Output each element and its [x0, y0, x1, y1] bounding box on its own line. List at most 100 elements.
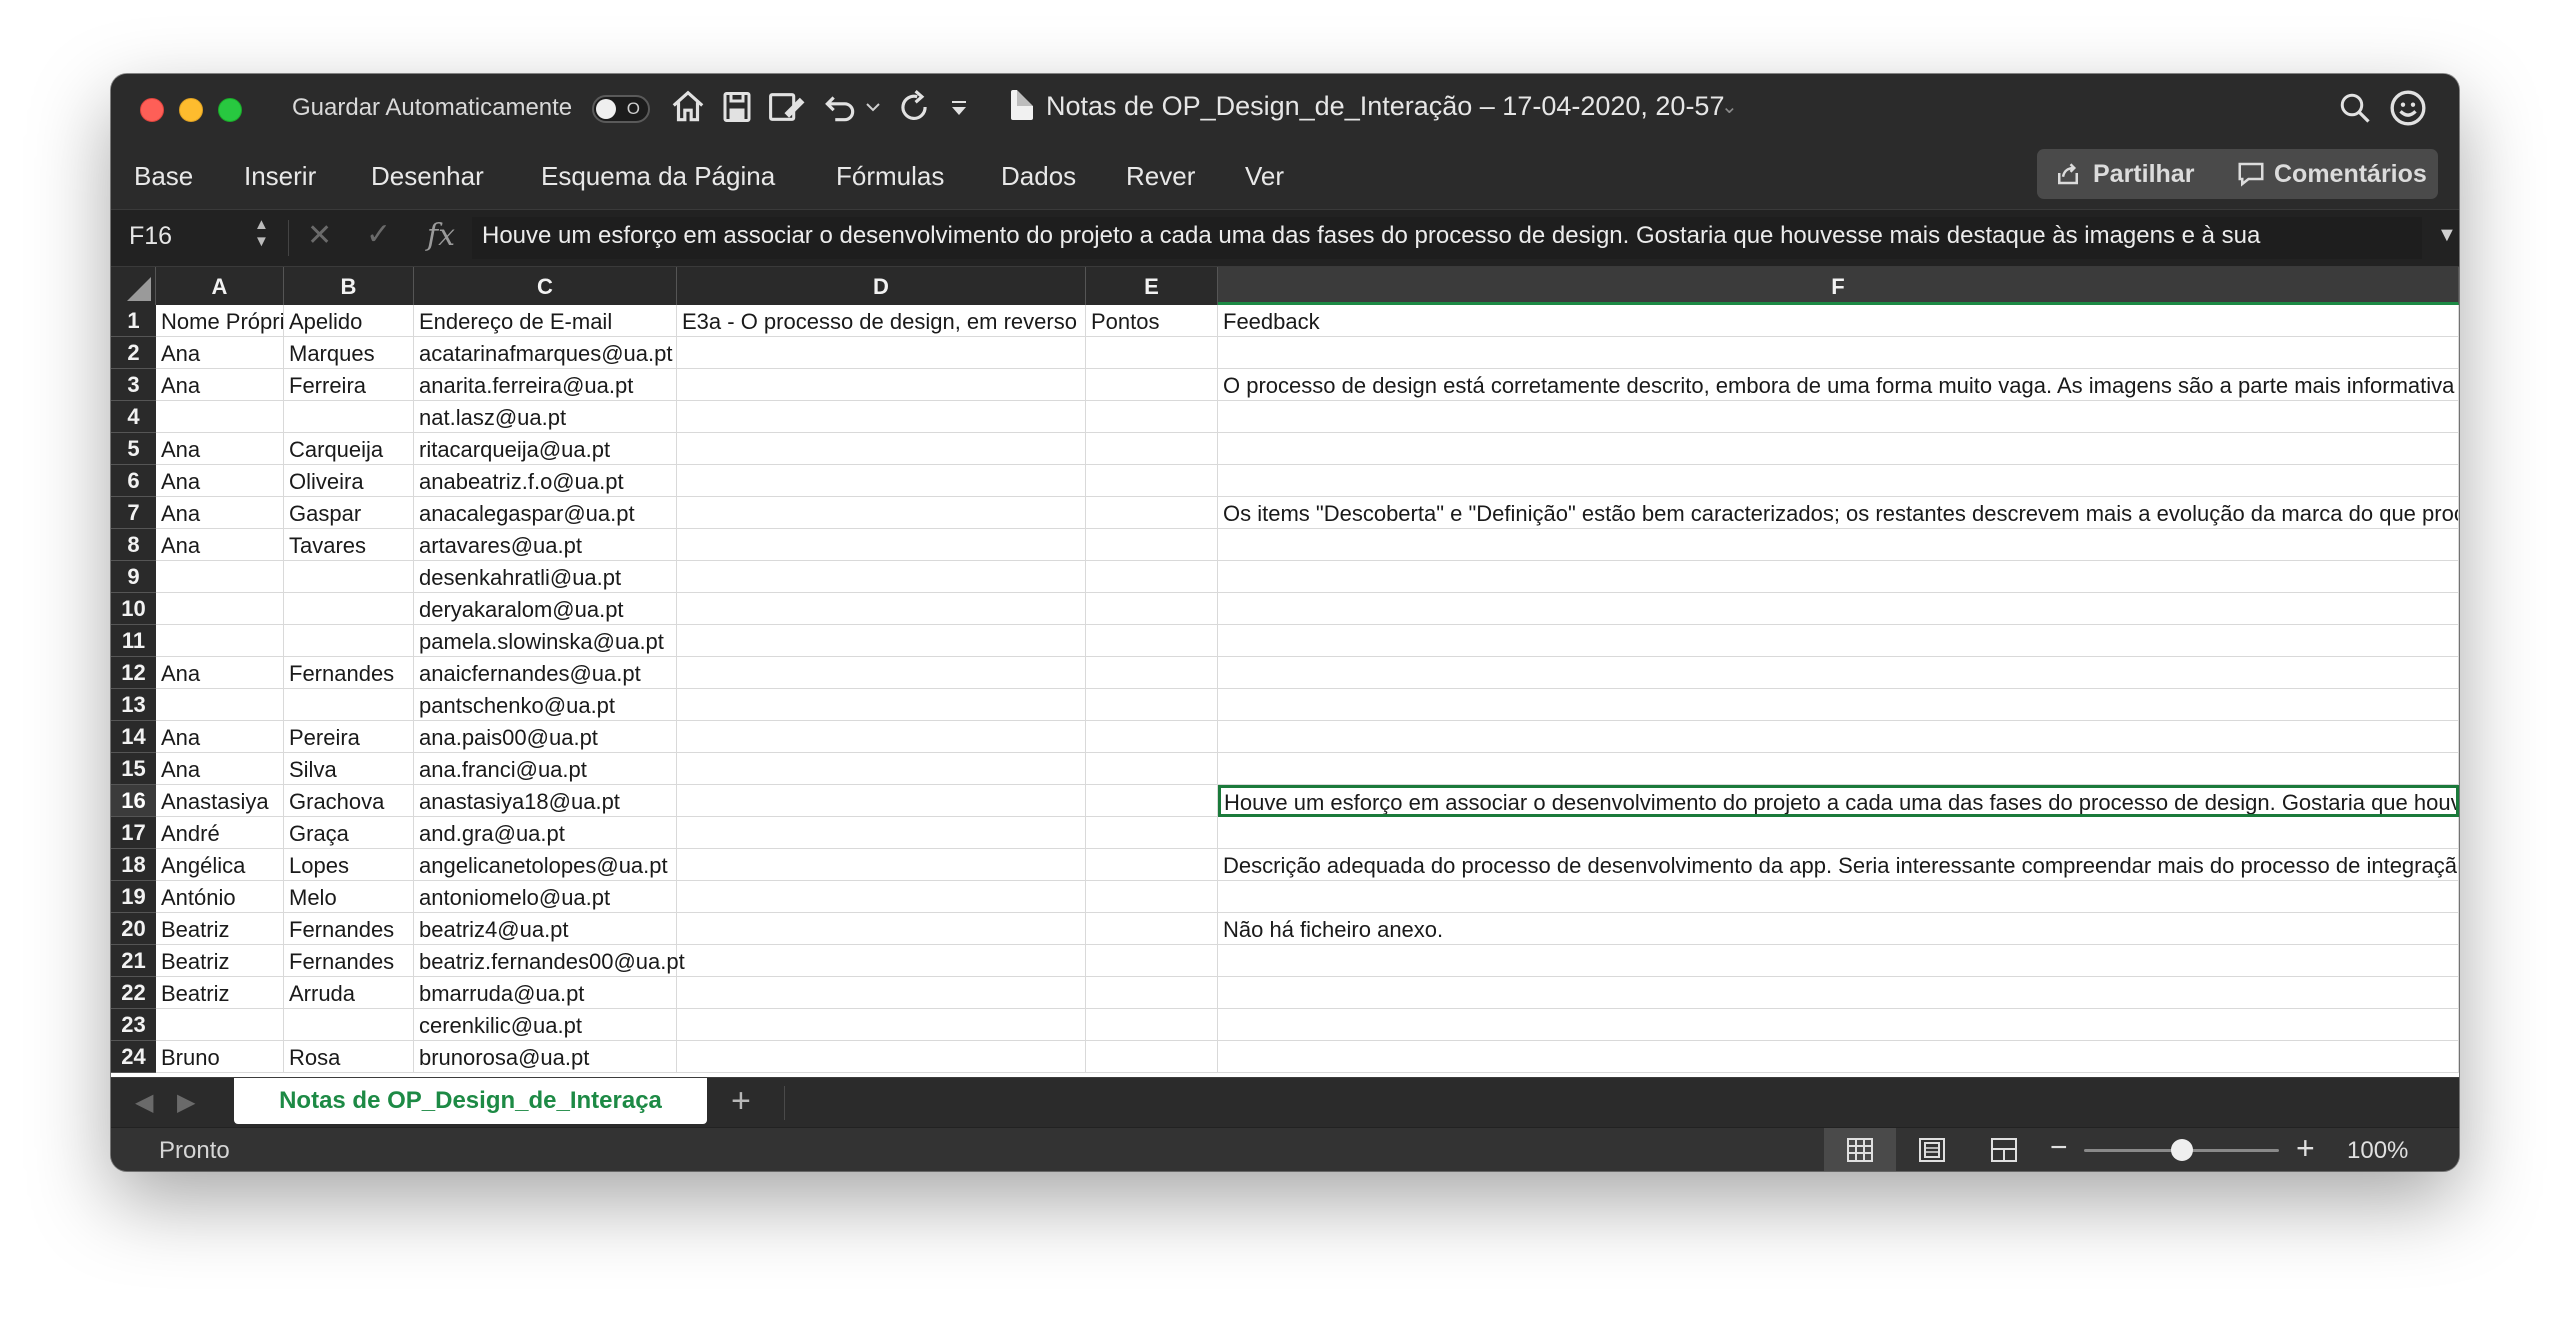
table-cell[interactable]: [677, 849, 1086, 881]
row-header[interactable]: 8: [111, 529, 156, 561]
table-cell[interactable]: [677, 561, 1086, 593]
table-cell[interactable]: [1218, 465, 2459, 497]
table-cell[interactable]: ana.pais00@ua.pt: [414, 721, 677, 753]
table-cell[interactable]: [677, 433, 1086, 465]
table-cell[interactable]: André: [156, 817, 284, 849]
autosave-toggle[interactable]: O: [592, 95, 650, 123]
table-cell[interactable]: António: [156, 881, 284, 913]
table-cell[interactable]: Anastasiya: [156, 785, 284, 817]
table-cell[interactable]: Melo: [284, 881, 414, 913]
table-cell[interactable]: [677, 529, 1086, 561]
zoom-slider-thumb[interactable]: [2170, 1139, 2193, 1161]
table-cell[interactable]: cerenkilic@ua.pt: [414, 1009, 677, 1041]
table-cell[interactable]: [284, 1009, 414, 1041]
next-sheet-icon[interactable]: ▶: [177, 1088, 195, 1117]
insert-function-icon[interactable]: fx: [427, 218, 455, 253]
column-header-d[interactable]: D: [677, 267, 1086, 305]
row-header[interactable]: 18: [111, 849, 156, 881]
table-cell[interactable]: [1086, 401, 1218, 433]
tab-esquema-da-pagina[interactable]: Esquema da Página: [541, 161, 775, 192]
column-header-a[interactable]: A: [156, 267, 284, 305]
table-cell[interactable]: [1086, 849, 1218, 881]
formula-input[interactable]: Houve um esforço em associar o desenvolv…: [472, 217, 2422, 259]
sheet-tab-active[interactable]: Notas de OP_Design_de_Interaça: [234, 1078, 707, 1124]
table-cell[interactable]: Bruno: [156, 1041, 284, 1073]
table-cell[interactable]: [1218, 593, 2459, 625]
table-cell[interactable]: [1218, 881, 2459, 913]
table-cell[interactable]: [1218, 529, 2459, 561]
table-cell[interactable]: [1086, 625, 1218, 657]
confirm-entry-icon[interactable]: ✓: [366, 217, 391, 252]
table-cell[interactable]: anastasiya18@ua.pt: [414, 785, 677, 817]
table-cell[interactable]: [284, 689, 414, 721]
tab-desenhar[interactable]: Desenhar: [371, 161, 484, 192]
row-header[interactable]: 20: [111, 913, 156, 945]
save-icon[interactable]: [719, 88, 755, 131]
table-cell[interactable]: beatriz4@ua.pt: [414, 913, 677, 945]
table-cell[interactable]: Gaspar: [284, 497, 414, 529]
customize-toolbar-icon[interactable]: [946, 96, 972, 127]
table-cell[interactable]: Ana: [156, 657, 284, 689]
feedback-smiley-icon[interactable]: [2388, 88, 2428, 133]
table-cell[interactable]: [677, 881, 1086, 913]
table-cell[interactable]: [1086, 561, 1218, 593]
table-cell[interactable]: ritacarqueija@ua.pt: [414, 433, 677, 465]
undo-dropdown-chevron-icon[interactable]: [864, 100, 882, 119]
tab-rever[interactable]: Rever: [1126, 161, 1195, 192]
tab-base[interactable]: Base: [134, 161, 193, 192]
page-layout-view-button[interactable]: [1896, 1128, 1968, 1171]
name-box[interactable]: F16: [129, 222, 172, 251]
row-header[interactable]: 7: [111, 497, 156, 529]
table-cell[interactable]: [677, 593, 1086, 625]
table-cell[interactable]: [1086, 945, 1218, 977]
zoom-in-button[interactable]: +: [2296, 1130, 2315, 1167]
row-header[interactable]: 11: [111, 625, 156, 657]
table-cell[interactable]: [156, 593, 284, 625]
table-cell[interactable]: Carqueija: [284, 433, 414, 465]
table-cell[interactable]: antoniomelo@ua.pt: [414, 881, 677, 913]
table-cell[interactable]: [1086, 337, 1218, 369]
table-cell[interactable]: [1218, 401, 2459, 433]
close-window-button[interactable]: [140, 98, 164, 122]
table-cell[interactable]: [1086, 529, 1218, 561]
row-header[interactable]: 2: [111, 337, 156, 369]
tab-inserir[interactable]: Inserir: [244, 161, 316, 192]
table-cell[interactable]: beatriz.fernandes00@ua.pt: [414, 945, 685, 977]
home-icon[interactable]: [669, 88, 707, 131]
row-header[interactable]: 15: [111, 753, 156, 785]
table-cell[interactable]: Beatriz: [156, 977, 284, 1009]
table-cell[interactable]: [1086, 593, 1218, 625]
table-cell[interactable]: [677, 337, 1086, 369]
table-cell[interactable]: [677, 657, 1086, 689]
table-cell[interactable]: [677, 785, 1086, 817]
table-cell[interactable]: [1218, 1041, 2459, 1073]
table-cell[interactable]: [156, 689, 284, 721]
table-cell[interactable]: [677, 913, 1086, 945]
table-cell[interactable]: [677, 817, 1086, 849]
active-cell[interactable]: Houve um esforço em associar o desenvolv…: [1218, 785, 2459, 817]
table-cell[interactable]: [1218, 657, 2459, 689]
table-cell[interactable]: Endereço de E-mail: [414, 305, 677, 337]
page-break-view-button[interactable]: [1968, 1128, 2040, 1171]
table-cell[interactable]: anaicfernandes@ua.pt: [414, 657, 677, 689]
title-chevron-icon[interactable]: ⌄: [1721, 94, 1738, 119]
table-cell[interactable]: [1086, 465, 1218, 497]
tab-ver[interactable]: Ver: [1245, 161, 1284, 192]
table-cell[interactable]: [156, 625, 284, 657]
table-cell[interactable]: Pontos: [1086, 305, 1218, 337]
row-header[interactable]: 13: [111, 689, 156, 721]
table-cell[interactable]: [1218, 945, 2459, 977]
table-cell[interactable]: Os items "Descoberta" e "Definição" estã…: [1218, 497, 2459, 529]
table-cell[interactable]: [1086, 689, 1218, 721]
minimize-window-button[interactable]: [179, 98, 203, 122]
table-cell[interactable]: [1086, 817, 1218, 849]
table-cell[interactable]: [677, 625, 1086, 657]
table-cell[interactable]: Ana: [156, 433, 284, 465]
normal-view-button[interactable]: [1824, 1128, 1896, 1171]
column-header-e[interactable]: E: [1086, 267, 1218, 305]
row-header[interactable]: 10: [111, 593, 156, 625]
table-cell[interactable]: anacalegaspar@ua.pt: [414, 497, 677, 529]
table-cell[interactable]: [1086, 881, 1218, 913]
row-header[interactable]: 3: [111, 369, 156, 401]
table-cell[interactable]: [156, 561, 284, 593]
